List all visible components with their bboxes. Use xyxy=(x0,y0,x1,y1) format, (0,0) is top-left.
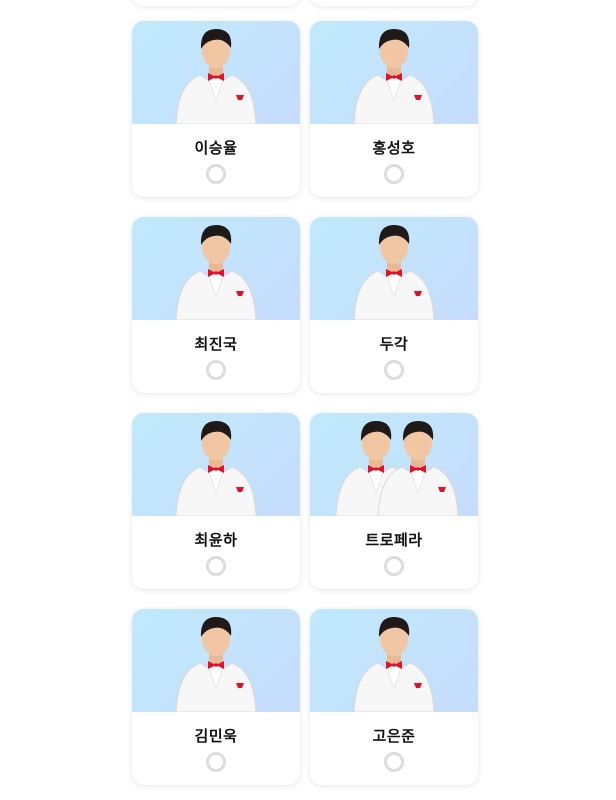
candidate-name: 최윤하 xyxy=(194,531,238,549)
vote-radio-button[interactable] xyxy=(384,556,404,576)
candidate-photo xyxy=(132,21,300,124)
singer-portrait-icon xyxy=(353,617,435,712)
singer-portrait-icon xyxy=(175,421,257,516)
candidate-name: 이승율 xyxy=(194,139,238,157)
candidate-name: 고은준 xyxy=(372,727,416,745)
singer-portrait-icon xyxy=(175,617,257,712)
candidate-photo xyxy=(132,413,300,516)
vote-radio-button[interactable] xyxy=(206,556,226,576)
candidate-card[interactable]: 홍성호 xyxy=(310,21,478,197)
candidate-name: 트로페라 xyxy=(365,531,423,549)
singer-portrait-icon xyxy=(335,421,459,516)
candidate-photo xyxy=(132,609,300,712)
candidate-name: 두각 xyxy=(379,335,409,353)
candidate-card[interactable]: 최진국 xyxy=(132,217,300,393)
vote-radio-button[interactable] xyxy=(206,752,226,772)
candidate-card[interactable]: 고은준 xyxy=(310,609,478,785)
candidate-card[interactable]: 트로페라 xyxy=(310,413,478,589)
singer-portrait-icon xyxy=(175,29,257,124)
singer-portrait-icon xyxy=(353,29,435,124)
candidate-photo xyxy=(310,413,478,516)
vote-radio-button[interactable] xyxy=(384,360,404,380)
candidate-name: 홍성호 xyxy=(372,139,416,157)
vote-radio-button[interactable] xyxy=(206,164,226,184)
candidate-card[interactable]: 이승율 xyxy=(132,21,300,197)
candidate-card[interactable]: 김민욱 xyxy=(132,609,300,785)
candidate-card[interactable]: 최윤하 xyxy=(132,413,300,589)
candidate-card-partial[interactable] xyxy=(310,0,478,6)
candidate-photo xyxy=(132,217,300,320)
candidate-card[interactable]: 두각 xyxy=(310,217,478,393)
vote-radio-button[interactable] xyxy=(206,360,226,380)
candidate-photo xyxy=(310,217,478,320)
candidate-photo xyxy=(310,609,478,712)
singer-portrait-icon xyxy=(175,225,257,320)
vote-radio-button[interactable] xyxy=(384,164,404,184)
candidate-photo xyxy=(310,21,478,124)
vote-radio-button[interactable] xyxy=(384,752,404,772)
candidate-card-partial[interactable] xyxy=(132,0,300,6)
candidate-name: 김민욱 xyxy=(194,727,238,745)
singer-portrait-icon xyxy=(353,225,435,320)
candidate-name: 최진국 xyxy=(194,335,238,353)
